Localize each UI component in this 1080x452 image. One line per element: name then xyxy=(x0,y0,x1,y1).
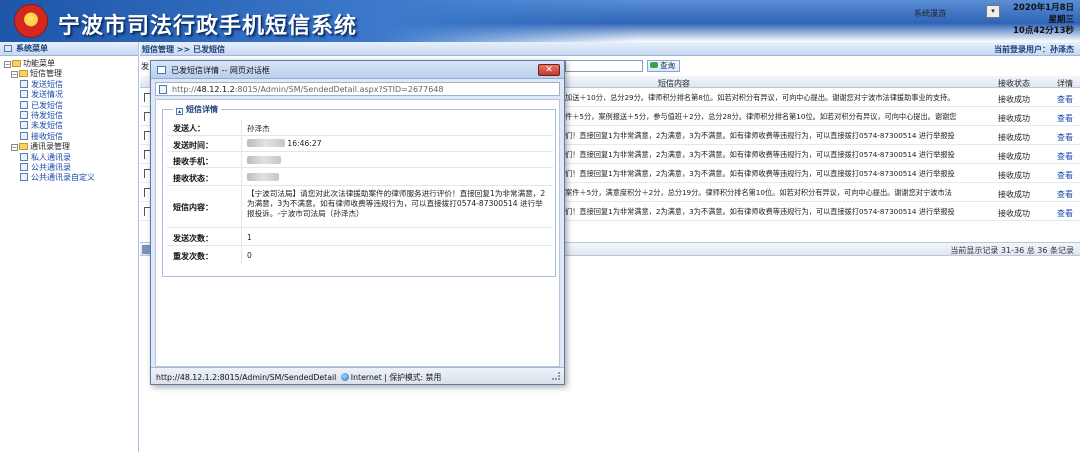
collapse-toggle-icon[interactable]: − xyxy=(4,61,11,68)
detail-row-resend-count: 重发次数： 0 xyxy=(167,246,553,264)
dialog-titlebar[interactable]: 已发短信详情 -- 网页对话框 ✕ xyxy=(151,61,564,79)
time-text: 10点42分13秒 xyxy=(1013,26,1074,36)
ie-page-icon xyxy=(159,85,167,94)
tree-group-label: 短信管理 xyxy=(30,69,62,79)
first-page-icon[interactable] xyxy=(142,245,150,254)
redacted-date xyxy=(247,139,285,147)
collapse-toggle-icon[interactable]: − xyxy=(11,144,18,152)
tree-group-sms[interactable]: − 短信管理 xyxy=(0,69,138,79)
menu-icon xyxy=(4,45,12,52)
menu-tree: − 功能菜单 − 短信管理 发送短信 发送情况 已发短信 待发短信 未发短信 接收短… xyxy=(0,56,138,184)
view-link[interactable]: 查看 xyxy=(1057,208,1073,219)
current-user: 当前登录用户：孙泽杰 xyxy=(994,45,1074,54)
folder-icon xyxy=(12,60,21,67)
view-link[interactable]: 查看 xyxy=(1057,170,1073,181)
view-link[interactable]: 查看 xyxy=(1057,132,1073,143)
page-icon xyxy=(20,131,28,140)
redacted-status xyxy=(247,173,279,181)
redacted-phone xyxy=(247,156,281,164)
app-title: 宁波市司法行政手机短信系统 xyxy=(58,13,358,39)
folder-icon xyxy=(19,70,28,78)
tree-group-contacts[interactable]: − 通讯录管理 xyxy=(0,142,138,152)
sms-detail-dialog: 已发短信详情 -- 网页对话框 ✕ http://48.12.1.2:8015/… xyxy=(150,60,565,385)
sidebar-item-send-sms[interactable]: 发送短信 xyxy=(0,79,138,90)
sidebar-item-private-contacts[interactable]: 私人通讯录 xyxy=(0,152,138,163)
sidebar-item-send-status[interactable]: 发送情况 xyxy=(0,90,138,100)
tree-group-label: 通讯录管理 xyxy=(30,142,70,152)
page-icon xyxy=(20,110,28,119)
page-icon xyxy=(157,66,166,74)
internet-globe-icon xyxy=(340,373,349,381)
sidebar-item-public-contacts[interactable]: 公共通讯录 xyxy=(0,162,138,173)
page-icon xyxy=(20,173,28,182)
section-legend[interactable]: ▴ 短信详情 xyxy=(173,104,221,115)
view-link[interactable]: 查看 xyxy=(1057,189,1073,200)
detail-row-send-count: 发送次数： 1 xyxy=(167,228,553,246)
page-icon xyxy=(20,79,28,88)
dialog-status-bar: http://48.12.1.2:8015/Admin/SM/SendedDet… xyxy=(151,367,564,384)
view-link[interactable]: 查看 xyxy=(1057,113,1073,124)
sidebar-header: 系统菜单 xyxy=(0,42,138,56)
resize-grip-icon[interactable] xyxy=(552,372,560,380)
page-icon xyxy=(20,121,28,130)
datetime-display: 2020年1月8日 星期三 10点42分13秒 xyxy=(1004,3,1074,38)
page-icon xyxy=(20,152,28,161)
tree-root[interactable]: − 功能菜单 xyxy=(0,59,138,69)
status-bar-text: http://48.12.1.2:8015/Admin/SM/SendedDet… xyxy=(156,373,442,382)
sidebar-item-unsent-sms[interactable]: 未发短信 xyxy=(0,121,138,131)
sidebar-title: 系统菜单 xyxy=(16,44,48,53)
breadcrumb-bar: 短信管理 >> 已发短信 当前登录用户：孙泽杰 xyxy=(140,42,1080,56)
sidebar-item-pending-sms[interactable]: 待发短信 xyxy=(0,110,138,121)
column-header-status: 接收状态 xyxy=(998,79,1030,88)
dialog-title: 已发短信详情 -- 网页对话框 xyxy=(171,66,270,75)
detail-row-sender: 发送人： 孙泽杰 xyxy=(167,119,553,136)
record-count: 当前显示记录 31-36 总 36 条记录 xyxy=(950,246,1074,255)
app-root: 宁波市司法行政手机短信系统 系统漫游 ▾ 2020年1月8日 星期三 10点42… xyxy=(0,0,1080,452)
sms-detail-section: ▴ 短信详情 发送人： 孙泽杰 发送时间： 16:46:27 接收手机： 接收状态：… xyxy=(162,104,556,277)
column-header-content: 短信内容 xyxy=(658,79,690,88)
weekday-text: 星期三 xyxy=(1048,14,1074,25)
date-text: 2020年1月8日 xyxy=(1013,3,1074,13)
page-icon xyxy=(20,90,28,99)
folder-icon xyxy=(19,143,28,151)
collapse-toggle-icon[interactable]: ▴ xyxy=(176,108,183,115)
sidebar-item-received-sms[interactable]: 接收短信 xyxy=(0,131,138,142)
detail-row-receiver: 接收手机： xyxy=(167,152,553,168)
detail-row-status: 接收状态： xyxy=(167,168,553,186)
header: 宁波市司法行政手机短信系统 系统漫游 ▾ 2020年1月8日 星期三 10点42… xyxy=(0,0,1080,42)
dialog-url: http://48.12.1.2:8015/Admin/SM/SendedDet… xyxy=(172,85,444,94)
sidebar: 系统菜单 − 功能菜单 − 短信管理 发送短信 发送情况 已发短信 待发短信 未发短… xyxy=(0,42,139,452)
tree-root-label: 功能菜单 xyxy=(23,59,55,68)
query-button[interactable]: 查询 xyxy=(647,60,680,72)
system-roaming-label: 系统漫游 xyxy=(914,9,946,18)
view-link[interactable]: 查看 xyxy=(1057,151,1073,162)
view-link[interactable]: 查看 xyxy=(1057,94,1073,105)
column-header-detail: 详情 xyxy=(1057,79,1073,88)
page-icon xyxy=(20,100,28,109)
dialog-body: ▴ 短信详情 发送人： 孙泽杰 发送时间： 16:46:27 接收手机： 接收状态：… xyxy=(155,99,560,367)
page-icon xyxy=(20,162,28,171)
search-icon xyxy=(650,62,658,68)
national-emblem-icon xyxy=(14,4,48,38)
system-roaming-dropdown[interactable]: ▾ xyxy=(986,5,1000,18)
detail-row-send-time: 发送时间： 16:46:27 xyxy=(167,136,553,152)
sidebar-item-sent-sms[interactable]: 已发短信 xyxy=(0,100,138,111)
dialog-address-bar: http://48.12.1.2:8015/Admin/SM/SendedDet… xyxy=(155,82,560,96)
sidebar-item-public-contacts-custom[interactable]: 公共通讯录自定义 xyxy=(0,173,138,183)
search-input[interactable] xyxy=(565,60,643,72)
collapse-toggle-icon[interactable]: − xyxy=(11,71,18,79)
breadcrumb: 短信管理 >> 已发短信 xyxy=(142,45,225,54)
detail-row-content: 短信内容： 【宁波司法局】请您对此次法律援助案件的律师服务进行评价！直接回复1为非… xyxy=(167,186,553,228)
search-label: 发 xyxy=(141,62,149,71)
close-button[interactable]: ✕ xyxy=(538,64,560,76)
